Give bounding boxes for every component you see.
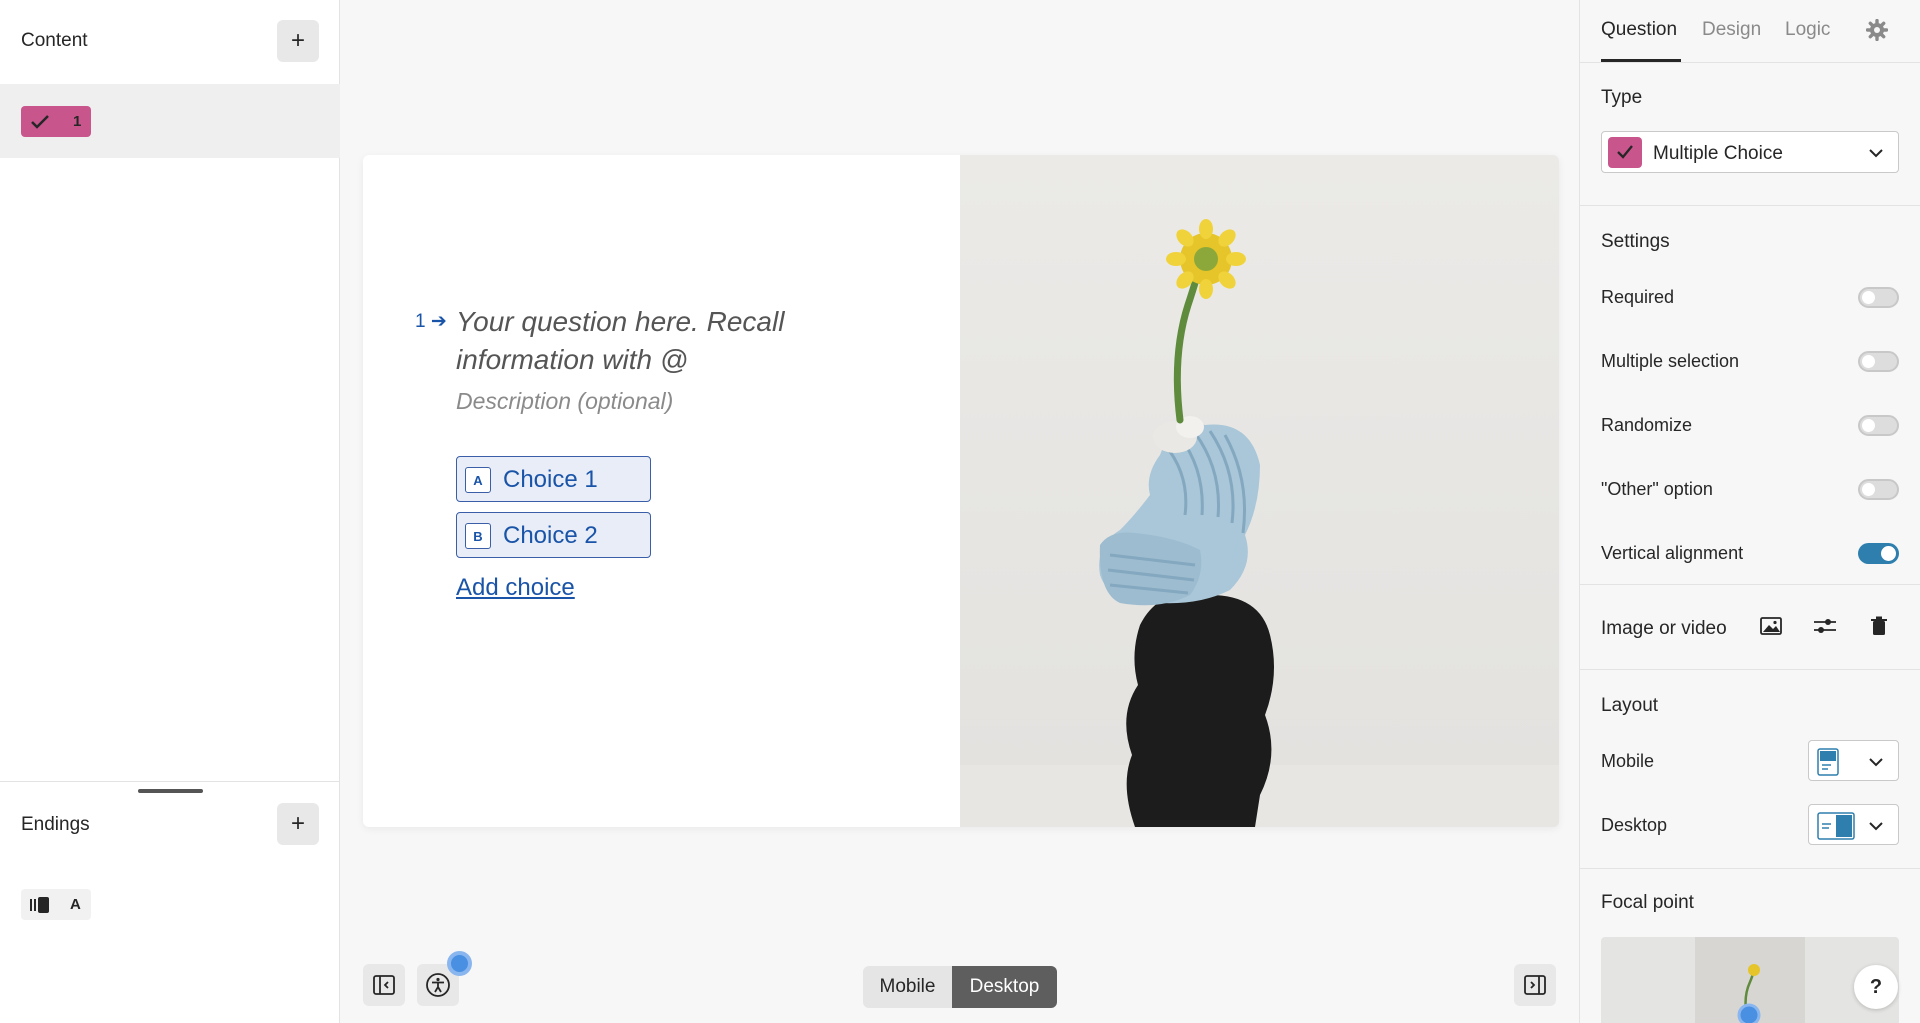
choice-label: Choice 2: [503, 522, 598, 549]
required-toggle[interactable]: [1858, 287, 1899, 308]
focal-point-title: Focal point: [1601, 892, 1694, 913]
sidebar-divider: [0, 781, 340, 782]
device-preview-toggle: Mobile Desktop: [863, 966, 1057, 1008]
section-divider: [1580, 584, 1920, 585]
mobile-layout-select[interactable]: [1808, 740, 1899, 781]
section-divider: [1580, 205, 1920, 206]
question-type-select[interactable]: Multiple Choice: [1601, 131, 1899, 173]
layout-section-title: Layout: [1601, 695, 1659, 716]
panel-left-icon: [373, 975, 395, 995]
add-ending-button[interactable]: +: [277, 803, 319, 845]
panel-right-icon: [1524, 975, 1546, 995]
question-description[interactable]: Description (optional): [456, 388, 673, 415]
help-button[interactable]: ?: [1854, 965, 1898, 1009]
panel-tabs: Question Design Logic: [1580, 0, 1920, 63]
question-image: [960, 155, 1559, 827]
ending-icon: [30, 897, 49, 913]
add-content-button[interactable]: +: [277, 20, 319, 62]
type-section-title: Type: [1601, 87, 1643, 108]
randomize-label: Randomize: [1601, 415, 1693, 435]
content-title: Content: [21, 30, 88, 51]
desktop-view-button[interactable]: Desktop: [952, 966, 1057, 1008]
flower-sculpture-image: [1099, 219, 1274, 827]
flower-thumbnail-image: [1737, 964, 1761, 1023]
vertical-alignment-label: Vertical alignment: [1601, 543, 1744, 563]
notification-dot: [447, 951, 472, 976]
tab-logic[interactable]: Logic: [1785, 19, 1830, 41]
question-chip[interactable]: 1: [21, 106, 91, 137]
vertical-alignment-toggle[interactable]: [1858, 543, 1899, 564]
randomize-toggle[interactable]: [1858, 415, 1899, 436]
question-chip-number: 1: [73, 113, 82, 130]
content-header: Content +: [0, 0, 340, 84]
other-option-toggle[interactable]: [1858, 479, 1899, 500]
multiple-choice-icon: [1608, 137, 1642, 168]
media-section-title: Image or video: [1601, 618, 1727, 639]
tab-design[interactable]: Design: [1702, 19, 1761, 41]
choice-option[interactable]: A Choice 1: [456, 456, 651, 502]
desktop-layout-icon: [1817, 812, 1855, 840]
resize-handle[interactable]: [138, 789, 203, 793]
toggle-left-panel-button[interactable]: [363, 964, 405, 1006]
question-text[interactable]: Your question here. Recall information w…: [456, 303, 876, 379]
mobile-view-button[interactable]: Mobile: [863, 966, 952, 1008]
choice-key: A: [465, 467, 491, 493]
desktop-layout-label: Desktop: [1601, 815, 1668, 835]
question-preview-card: 1 ➔ Your question here. Recall informati…: [363, 155, 1559, 827]
mobile-layout-icon: [1817, 748, 1839, 776]
settings-section-title: Settings: [1601, 231, 1670, 252]
trash-icon[interactable]: [1870, 616, 1888, 636]
content-sidebar: Content + 1 Endings + A: [0, 0, 340, 1023]
choice-key: B: [465, 523, 491, 549]
focal-thumbnail: [1695, 937, 1805, 1023]
desktop-layout-select[interactable]: [1808, 804, 1899, 845]
adjust-settings-icon[interactable]: [1813, 616, 1837, 636]
gear-icon[interactable]: [1866, 19, 1888, 41]
chevron-down-icon: [1869, 758, 1883, 767]
checkmark-icon: [31, 115, 49, 129]
choice-option[interactable]: B Choice 2: [456, 512, 651, 558]
other-option-label: "Other" option: [1601, 479, 1713, 499]
image-icon[interactable]: [1760, 616, 1782, 636]
question-number: 1 ➔: [415, 311, 447, 332]
question-type-value: Multiple Choice: [1653, 143, 1783, 164]
ending-chip-label: A: [70, 896, 81, 913]
mobile-layout-label: Mobile: [1601, 751, 1655, 771]
accessibility-icon: [426, 973, 450, 997]
ending-chip[interactable]: A: [21, 889, 91, 920]
toggle-right-panel-button[interactable]: [1514, 964, 1556, 1006]
add-choice-link[interactable]: Add choice: [456, 574, 575, 602]
choice-label: Choice 1: [503, 466, 598, 493]
chevron-down-icon: [1869, 822, 1883, 831]
properties-panel: Question Design Logic Type Multiple Choi…: [1579, 0, 1920, 1023]
tab-question[interactable]: Question: [1601, 19, 1677, 41]
multiple-selection-label: Multiple selection: [1601, 351, 1740, 371]
question-list-item[interactable]: 1: [0, 84, 340, 158]
active-tab-indicator: [1601, 59, 1681, 62]
section-divider: [1580, 669, 1920, 670]
endings-title: Endings: [21, 814, 90, 835]
chevron-down-icon: [1869, 149, 1883, 158]
multiple-selection-toggle[interactable]: [1858, 351, 1899, 372]
required-label: Required: [1601, 287, 1675, 307]
section-divider: [1580, 868, 1920, 869]
